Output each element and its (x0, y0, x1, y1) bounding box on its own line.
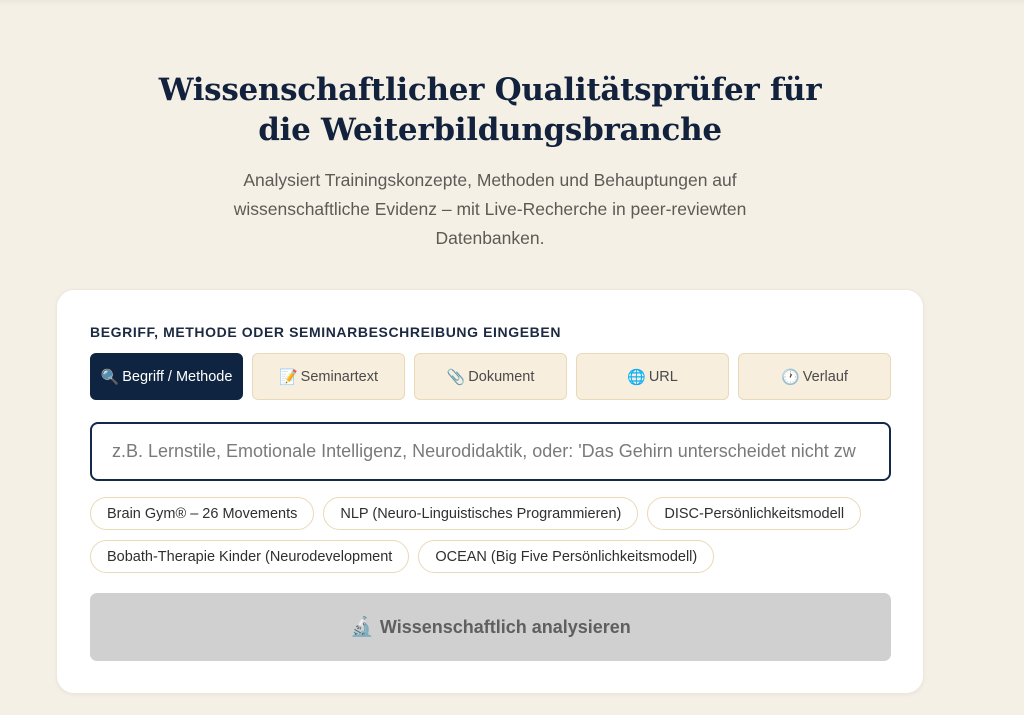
tab-verlauf[interactable]: 🕐 Verlauf (738, 353, 891, 400)
search-field-wrapper (90, 422, 891, 481)
hero-header: Wissenschaftlicher Qualitätsprüfer für d… (0, 70, 980, 253)
page-title: Wissenschaftlicher Qualitätsprüfer für d… (158, 72, 822, 148)
magnifier-icon: 🔍 (100, 368, 120, 386)
suggestion-chip-brain-gym[interactable]: Brain Gym® – 26 Movements (90, 497, 315, 530)
tab-seminartext[interactable]: 📝 Seminartext (252, 353, 405, 400)
input-card: BEGRIFF, METHODE ODER SEMINARBESCHREIBUN… (56, 289, 924, 694)
section-label: BEGRIFF, METHODE ODER SEMINARBESCHREIBUN… (90, 324, 562, 340)
suggestion-chip-bobath[interactable]: Bobath-Therapie Kinder (Neurodevelopment (90, 540, 410, 573)
tab-label: Seminartext (300, 368, 379, 385)
paperclip-icon: 📎 (446, 368, 466, 386)
clock-icon: 🕐 (781, 368, 800, 386)
search-input[interactable] (92, 424, 889, 479)
suggestion-chip-ocean[interactable]: OCEAN (Big Five Persönlichkeitsmodell) (418, 540, 715, 573)
analyze-button-label: Wissenschaftlich analysieren (379, 616, 631, 637)
input-mode-tabs: 🔍 Begriff / Methode 📝 Seminartext 📎 Doku… (90, 353, 891, 400)
tab-url[interactable]: 🌐 URL (576, 353, 729, 400)
suggestion-chip-nlp[interactable]: NLP (Neuro-Linguistisches Programmieren) (323, 497, 639, 530)
tab-dokument[interactable]: 📎 Dokument (414, 353, 567, 400)
top-divider (0, 0, 1024, 6)
microscope-icon: 🔬 (350, 617, 374, 638)
memo-icon: 📝 (278, 368, 298, 386)
tab-label: Dokument (468, 368, 535, 385)
tab-label: URL (648, 368, 678, 385)
globe-icon: 🌐 (627, 368, 646, 386)
suggestion-chips: Brain Gym® – 26 Movements NLP (Neuro-Lin… (90, 497, 900, 573)
analyze-button[interactable]: 🔬 Wissenschaftlich analysieren (90, 593, 891, 661)
page-subtitle: Analysiert Trainingskonzepte, Methoden u… (233, 170, 747, 248)
tab-label: Begriff / Methode (122, 368, 233, 385)
tab-label: Verlauf (802, 368, 848, 385)
tab-begriff-methode[interactable]: 🔍 Begriff / Methode (90, 353, 243, 400)
suggestion-chip-disc[interactable]: DISC-Persönlichkeitsmodell (647, 497, 862, 530)
